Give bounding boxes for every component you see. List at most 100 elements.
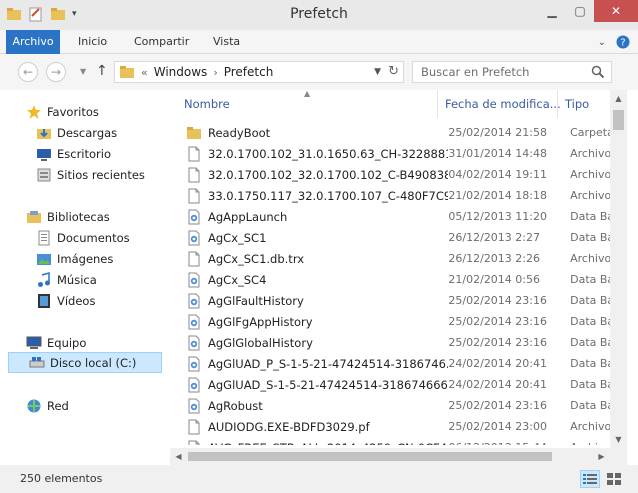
file-type: Archivo xyxy=(570,147,610,160)
file-row[interactable]: AgCx_SC1.db.trx 26/12/2013 2:26 Archivo xyxy=(182,248,610,269)
nav-label: Equipo xyxy=(47,335,87,350)
scroll-up-icon[interactable]: ▲ xyxy=(610,90,627,107)
nav-escritorio[interactable]: Escritorio xyxy=(36,143,111,164)
breadcrumb-overflow[interactable]: « xyxy=(141,66,148,79)
database-file-icon xyxy=(188,293,200,308)
nav-label: Favoritos xyxy=(47,104,99,119)
file-date: 25/02/2014 21:58 xyxy=(448,126,548,139)
drive-icon xyxy=(29,356,45,367)
file-row[interactable]: AUDIODG.EXE-BDFD3029.pf 25/02/2014 23:00 A… xyxy=(182,416,610,437)
nav-red[interactable]: Red xyxy=(26,395,69,416)
nav-imagenes[interactable]: Imágenes xyxy=(36,248,113,269)
details-view-button[interactable] xyxy=(580,470,600,488)
search-placeholder: Buscar en Prefetch xyxy=(421,65,530,79)
nav-sitios-recientes[interactable]: Sitios recientes xyxy=(36,164,145,185)
file-type: Archivo xyxy=(570,441,610,445)
nav-bibliotecas[interactable]: Bibliotecas xyxy=(26,206,110,227)
search-input[interactable]: Buscar en Prefetch xyxy=(412,61,612,83)
nav-documentos[interactable]: Documentos xyxy=(36,227,130,248)
file-name: 32.0.1700.102_31.0.1650.63_CH-32288814.p… xyxy=(208,146,449,161)
minimize-icon[interactable]: ▁ xyxy=(538,0,566,22)
refresh-icon[interactable]: ↻ xyxy=(388,64,399,79)
tab-vista[interactable]: Vista xyxy=(213,30,240,54)
vertical-scrollbar[interactable]: ▲ ▼ xyxy=(610,90,627,448)
address-field[interactable]: « Windows › Prefetch ▼ ↻ xyxy=(114,61,404,83)
nav-disco-local[interactable]: Disco local (C:) xyxy=(8,352,162,373)
column-headers: ▲ Nombre Fecha de modifica... Tipo xyxy=(170,89,610,118)
file-date: 04/02/2014 19:11 xyxy=(448,168,548,181)
scroll-down-icon[interactable]: ▼ xyxy=(610,431,627,448)
up-button[interactable]: ↑ xyxy=(96,63,108,79)
column-header-nombre[interactable]: Nombre xyxy=(184,97,230,111)
column-header-tipo[interactable]: Tipo xyxy=(565,97,589,111)
nav-favoritos[interactable]: Favoritos xyxy=(26,101,99,122)
file-row[interactable]: ReadyBoot 25/02/2014 21:58 Carpeta xyxy=(182,122,610,143)
breadcrumb-prefetch[interactable]: Prefetch xyxy=(224,65,274,79)
column-divider[interactable] xyxy=(557,90,558,118)
database-file-icon xyxy=(188,230,200,245)
nav-musica[interactable]: Música xyxy=(36,269,97,290)
column-divider[interactable] xyxy=(437,90,438,118)
file-name: ReadyBoot xyxy=(208,125,271,140)
file-date: 24/02/2014 20:41 xyxy=(448,378,548,391)
nav-descargas[interactable]: Descargas xyxy=(36,122,117,143)
file-row[interactable]: AgGlGlobalHistory 25/02/2014 23:16 Data Ba… xyxy=(182,332,610,353)
file-row[interactable]: 32.0.1700.102_32.0.1700.102_C-B4908380.p… xyxy=(182,164,610,185)
scroll-right-icon[interactable]: ▶ xyxy=(593,448,610,465)
ribbon-tabs: Archivo Inicio Compartir Vista ⌄ ? xyxy=(0,30,638,54)
nav-equipo[interactable]: Equipo xyxy=(26,332,86,353)
tab-inicio[interactable]: Inicio xyxy=(78,30,107,54)
window-controls: ▁ ▢ ✕ xyxy=(538,0,638,22)
file-row[interactable]: AVG_FREE_STB_ALL_2014_4259_CN-0CF4...06/… xyxy=(182,437,610,445)
nav-label: Música xyxy=(57,272,97,287)
file-type: Data Base xyxy=(570,378,610,391)
column-header-fecha[interactable]: Fecha de modifica... xyxy=(445,97,561,111)
horizontal-scroll-thumb[interactable] xyxy=(188,452,552,461)
recent-locations-icon[interactable]: ▼ xyxy=(80,67,86,76)
nav-label: Descargas xyxy=(57,125,118,140)
search-icon[interactable] xyxy=(591,65,605,79)
nav-label: Escritorio xyxy=(57,146,112,161)
scroll-left-icon[interactable]: ◀ xyxy=(170,448,187,465)
file-type: Archivo xyxy=(570,420,610,433)
forward-button[interactable]: → xyxy=(46,62,66,82)
computer-icon xyxy=(26,336,42,349)
close-icon[interactable]: ✕ xyxy=(594,0,638,22)
address-dropdown-icon[interactable]: ▼ xyxy=(374,67,381,77)
nav-videos[interactable]: Vídeos xyxy=(36,290,95,311)
file-row[interactable]: AgRobust 25/02/2014 23:16 Data Base xyxy=(182,395,610,416)
breadcrumb-windows[interactable]: Windows xyxy=(154,65,208,79)
file-name: AgCx_SC1.db.trx xyxy=(208,251,305,266)
file-date: 25/02/2014 23:16 xyxy=(448,399,548,412)
tab-compartir[interactable]: Compartir xyxy=(134,30,189,54)
file-type: Data Base xyxy=(570,336,610,349)
help-icon[interactable]: ? xyxy=(616,35,630,49)
file-row[interactable]: AgGlUAD_S-1-5-21-47424514-318674666... 24… xyxy=(182,374,610,395)
maximize-icon[interactable]: ▢ xyxy=(566,0,594,22)
file-type: Data Base xyxy=(570,273,610,286)
file-name: 32.0.1700.102_32.0.1700.102_C-B4908380.p… xyxy=(208,167,449,182)
music-icon xyxy=(38,271,50,287)
breadcrumb-separator[interactable]: › xyxy=(213,66,217,79)
file-row[interactable]: AgCx_SC4 21/02/2014 0:56 Data Base xyxy=(182,269,610,290)
file-row[interactable]: AgAppLaunch 05/12/2013 11:20 Data Base xyxy=(182,206,610,227)
file-row[interactable]: 32.0.1700.102_31.0.1650.63_CH-32288814.p… xyxy=(182,143,610,164)
file-icon xyxy=(188,251,200,266)
file-row[interactable]: AgGlFgAppHistory 25/02/2014 23:16 Data Bas… xyxy=(182,311,610,332)
back-button[interactable]: ← xyxy=(18,62,38,82)
horizontal-scrollbar[interactable]: ◀ ▶ xyxy=(170,448,610,465)
expand-ribbon-icon[interactable]: ⌄ xyxy=(598,37,606,48)
file-name: AgGlUAD_S-1-5-21-47424514-318674666... xyxy=(208,377,449,392)
file-date: 24/02/2014 20:41 xyxy=(448,357,548,370)
file-row[interactable]: AgGlFaultHistory 25/02/2014 23:16 Data Bas… xyxy=(182,290,610,311)
large-icons-view-button[interactable] xyxy=(604,470,624,488)
tab-archivo[interactable]: Archivo xyxy=(6,30,60,54)
file-icon xyxy=(188,188,200,203)
vertical-scroll-thumb[interactable] xyxy=(613,110,624,130)
file-row[interactable]: AgCx_SC1 26/12/2013 2:27 Data Base xyxy=(182,227,610,248)
file-row[interactable]: 33.0.1750.117_32.0.1700.107_C-480F7C9E.p… xyxy=(182,185,610,206)
file-type: Carpeta xyxy=(570,126,610,139)
file-row[interactable]: AgGlUAD_P_S-1-5-21-47424514-3186746... 24… xyxy=(182,353,610,374)
title-bar: ▾ Prefetch ▁ ▢ ✕ xyxy=(0,0,638,30)
database-file-icon xyxy=(188,314,200,329)
